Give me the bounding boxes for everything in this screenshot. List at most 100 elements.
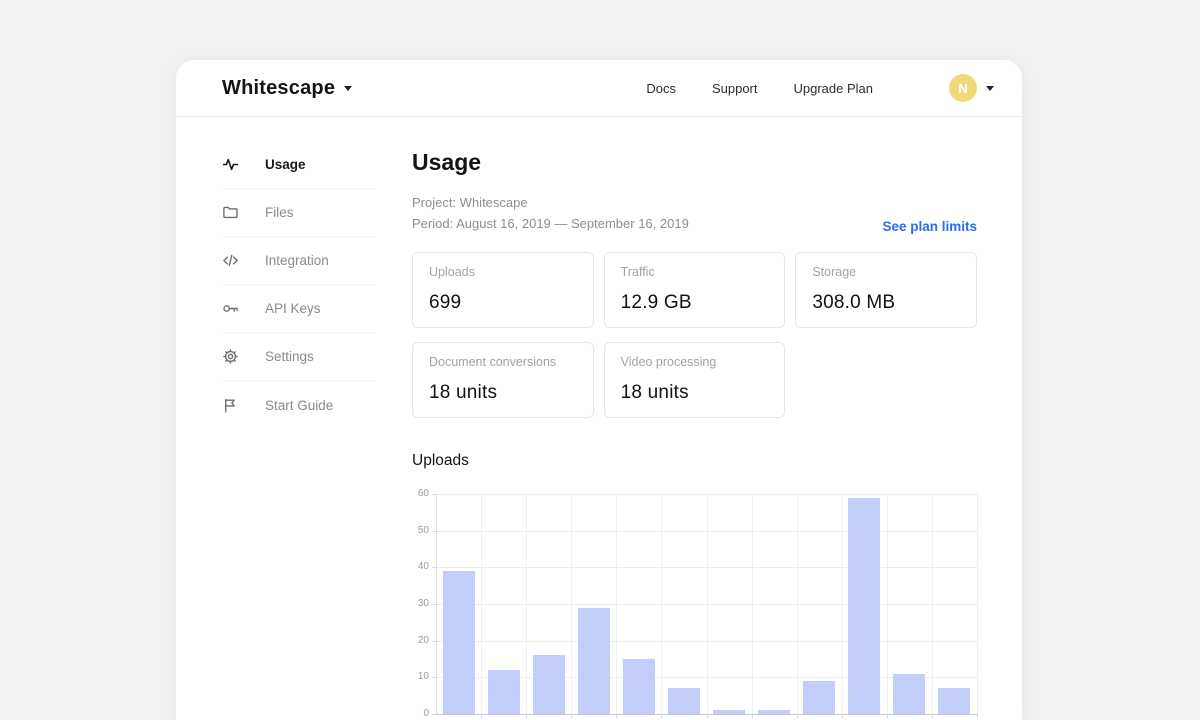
workspace-switcher[interactable]: Whitescape — [222, 76, 353, 100]
account-menu[interactable]: N — [949, 74, 994, 102]
chart-bar — [577, 607, 610, 715]
chart-title: Uploads — [412, 452, 469, 470]
sidebar-item-integration[interactable]: Integration — [222, 237, 376, 285]
gridline-x — [571, 494, 573, 715]
gridline-x — [661, 494, 663, 715]
y-tick-label: 50 — [417, 524, 429, 536]
stat-value: 308.0 MB — [812, 292, 896, 314]
sidebar-item-label: Integration — [265, 253, 329, 268]
period-label: Period: August 16, 2019 — September 16, … — [412, 216, 689, 232]
uploads-chart: 010203040506016 Sep 201816 Oct 201816 No… — [412, 480, 978, 720]
x-tick — [571, 714, 573, 719]
x-tick — [661, 714, 663, 719]
sidebar-item-files[interactable]: Files — [222, 189, 376, 237]
x-tick — [886, 714, 888, 719]
chart-bar — [758, 710, 791, 715]
chevron-down-icon — [986, 85, 994, 91]
gridline-x — [796, 494, 798, 715]
sidebar-item-label: Files — [265, 205, 294, 220]
stat-card-storage: Storage 308.0 MB — [795, 252, 977, 329]
code-icon — [222, 252, 239, 269]
gridline-x — [931, 494, 933, 715]
x-tick — [931, 714, 933, 719]
meta-row: Project: Whitescape Period: August 16, 2… — [412, 192, 977, 234]
chart-bar — [713, 710, 746, 715]
gear-icon — [222, 348, 239, 365]
content-row: Usage Files Integration API Keys Setting… — [176, 117, 1022, 720]
x-tick — [706, 714, 708, 719]
stat-label: Storage — [812, 265, 857, 280]
nav-link-support[interactable]: Support — [712, 81, 758, 96]
sidebar-item-api-keys[interactable]: API Keys — [222, 285, 376, 333]
nav-link-upgrade-plan[interactable]: Upgrade Plan — [794, 81, 874, 96]
chart-bar — [803, 681, 836, 715]
chart-bar — [532, 655, 565, 715]
header-nav: Docs Support Upgrade Plan N — [646, 74, 994, 102]
y-tick-label: 40 — [417, 561, 429, 573]
stat-card-document-conversions: Document conversions 18 units — [412, 342, 594, 419]
sidebar-item-label: Usage — [265, 157, 306, 172]
main-content: Usage Project: Whitescape Period: August… — [412, 117, 978, 720]
chart-bar — [848, 497, 881, 715]
stat-value: 699 — [429, 292, 462, 314]
page-title: Usage — [412, 149, 482, 175]
chart-bar — [487, 670, 520, 715]
meta-lines: Project: Whitescape Period: August 16, 2… — [412, 192, 689, 234]
page-background: { "header": { "logo": "Whitescape", "nav… — [0, 0, 1200, 720]
stat-label: Traffic — [620, 265, 655, 280]
see-plan-limits-link[interactable]: See plan limits — [882, 219, 977, 234]
logo-text: Whitescape — [222, 76, 336, 99]
sidebar: Usage Files Integration API Keys Setting… — [176, 117, 376, 720]
folder-icon — [222, 204, 239, 221]
project-label: Project: Whitescape — [412, 195, 528, 210]
stat-value: 18 units — [620, 382, 689, 404]
activity-icon — [222, 156, 239, 173]
sidebar-item-label: API Keys — [265, 301, 321, 316]
sidebar-item-label: Start Guide — [265, 397, 334, 413]
chevron-down-icon — [344, 85, 353, 91]
chart-bar — [622, 659, 655, 715]
key-icon — [222, 300, 239, 317]
header: Whitescape Docs Support Upgrade Plan N — [176, 60, 1022, 117]
gridline-x — [977, 494, 978, 715]
y-tick-label: 60 — [417, 488, 429, 500]
chart-bar — [938, 688, 971, 715]
stat-label: Uploads — [429, 265, 475, 280]
gridline-x — [751, 494, 753, 715]
y-tick — [432, 714, 436, 716]
stat-value: 18 units — [429, 382, 498, 404]
stat-value: 12.9 GB — [620, 292, 692, 314]
flag-icon — [222, 397, 239, 414]
x-tick — [616, 714, 618, 719]
gridline-x — [526, 494, 528, 715]
x-tick — [751, 714, 753, 719]
stat-card-uploads: Uploads 699 — [412, 252, 594, 329]
stat-label: Video processing — [620, 355, 717, 370]
gridline-x — [841, 494, 843, 715]
stat-card-video-processing: Video processing 18 units — [603, 342, 786, 419]
sidebar-item-settings[interactable]: Settings — [222, 333, 376, 381]
nav-link-docs[interactable]: Docs — [646, 81, 676, 96]
gridline-x — [616, 494, 618, 715]
gridline-x — [481, 494, 483, 715]
avatar[interactable]: N — [949, 74, 977, 102]
stat-card-traffic: Traffic 12.9 GB — [603, 252, 786, 329]
stat-cards: Uploads 699 Traffic 12.9 GB Storage 308.… — [412, 252, 977, 419]
sidebar-item-usage[interactable]: Usage — [222, 141, 376, 189]
x-tick — [841, 714, 843, 719]
chart-bar — [667, 688, 700, 715]
x-tick — [796, 714, 798, 719]
chart-bar — [442, 571, 475, 715]
gridline-x — [886, 494, 888, 715]
sidebar-item-label: Settings — [265, 349, 314, 364]
x-tick — [977, 714, 978, 719]
chart-plot-area: 010203040506016 Sep 201816 Oct 201816 No… — [418, 489, 978, 719]
stat-label: Document conversions — [429, 355, 557, 370]
chart-bar — [893, 673, 926, 715]
sidebar-item-start-guide[interactable]: Start Guide — [222, 381, 376, 429]
app-card: Whitescape Docs Support Upgrade Plan N U… — [176, 60, 1022, 720]
x-tick — [481, 714, 483, 719]
gridline-x — [706, 494, 708, 715]
y-tick-label: 20 — [417, 634, 429, 646]
y-tick-label: 0 — [423, 708, 429, 720]
